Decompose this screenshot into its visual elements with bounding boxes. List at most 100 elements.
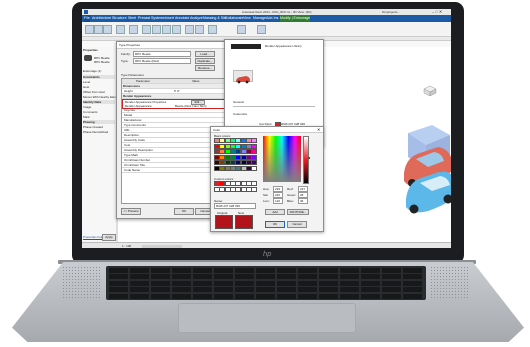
- properties-group[interactable]: Constraints: [83, 75, 115, 79]
- properties-row[interactable]: Image: [83, 105, 91, 109]
- keyboard-key[interactable]: [130, 287, 149, 293]
- color-swatch[interactable]: [251, 154, 258, 160]
- properties-group[interactable]: Identity Data: [83, 100, 115, 104]
- keyboard-key[interactable]: [361, 287, 380, 293]
- keyboard-key[interactable]: [277, 274, 296, 280]
- ribbon-tab-massing-site[interactable]: Massing & Site: [203, 15, 227, 22]
- keyboard-key[interactable]: [361, 274, 380, 280]
- keyboard-key[interactable]: [340, 268, 359, 273]
- keyboard-key[interactable]: [130, 268, 149, 273]
- revit-logo-icon[interactable]: [84, 10, 88, 14]
- keyboard-key[interactable]: [172, 280, 191, 286]
- properties-help-link[interactable]: Properties help: [83, 235, 103, 239]
- ribbon-tab-insert[interactable]: Insert: [165, 15, 174, 22]
- keyboard-key[interactable]: [340, 280, 359, 286]
- paste-icon[interactable]: [94, 25, 103, 34]
- keyboard-key[interactable]: [193, 268, 212, 273]
- properties-row[interactable]: Offset from Host: [83, 90, 105, 94]
- keyboard-key[interactable]: [235, 287, 254, 293]
- keyboard-key[interactable]: [403, 280, 422, 286]
- lum-input[interactable]: 120: [273, 198, 283, 204]
- add-color-button[interactable]: Add: [265, 209, 285, 215]
- keyboard-key[interactable]: [319, 293, 338, 299]
- edit-family-icon[interactable]: [237, 25, 246, 34]
- keyboard-key[interactable]: [277, 268, 296, 273]
- keyboard-key[interactable]: [319, 287, 338, 293]
- custom-color-swatch[interactable]: [251, 186, 258, 192]
- ribbon-tab-precast[interactable]: Precast: [138, 15, 150, 22]
- keyboard-key[interactable]: [193, 287, 212, 293]
- measure-icon[interactable]: [195, 25, 204, 34]
- keyboard-key[interactable]: [109, 293, 128, 299]
- rotate-icon[interactable]: [172, 25, 181, 34]
- keyboard-key[interactable]: [340, 274, 359, 280]
- keyboard-key[interactable]: [235, 274, 254, 280]
- keyboard-key[interactable]: [235, 268, 254, 273]
- keyboard-key[interactable]: [382, 293, 401, 299]
- keyboard-key[interactable]: [109, 274, 128, 280]
- keyboard-key[interactable]: [109, 287, 128, 293]
- keyboard-key[interactable]: [340, 287, 359, 293]
- properties-row[interactable]: Host: [83, 85, 89, 89]
- keyboard-key[interactable]: [109, 268, 128, 273]
- view-cube[interactable]: [423, 84, 437, 97]
- keyboard-key[interactable]: [172, 268, 191, 273]
- properties-type-sub[interactable]: RPC Beetle: [94, 60, 110, 64]
- 3d-cars-render[interactable]: [394, 125, 451, 217]
- ribbon-tab-architecture[interactable]: Architecture: [92, 15, 111, 22]
- duplicate-button[interactable]: Duplicate...: [195, 58, 215, 64]
- ribbon-tab-add-ins[interactable]: Add-Ins: [266, 15, 278, 22]
- ribbon-tab-manage[interactable]: Manage: [253, 15, 266, 22]
- color-cancel-button[interactable]: Cancel: [287, 221, 307, 228]
- keyboard-key[interactable]: [193, 274, 212, 280]
- keyboard-key[interactable]: [298, 274, 317, 280]
- keyboard-key[interactable]: [172, 287, 191, 293]
- keyboard-key[interactable]: [277, 287, 296, 293]
- properties-group[interactable]: Phasing: [83, 120, 115, 124]
- keyboard-key[interactable]: [172, 274, 191, 280]
- color-swatch[interactable]: [251, 149, 258, 155]
- keyboard-key[interactable]: [256, 293, 275, 299]
- keyboard-key[interactable]: [151, 280, 170, 286]
- keyboard-key[interactable]: [214, 287, 233, 293]
- properties-row[interactable]: Moves With Nearby Elem: [83, 95, 117, 99]
- preview-button[interactable]: << Preview: [121, 208, 141, 215]
- ribbon-tab-structure[interactable]: Structure: [112, 15, 127, 22]
- keyboard-key[interactable]: [298, 293, 317, 299]
- keyboard-key[interactable]: [151, 268, 170, 273]
- properties-category[interactable]: Entourage (1): [83, 69, 101, 73]
- keyboard-key[interactable]: [193, 280, 212, 286]
- host-icon[interactable]: [257, 25, 266, 34]
- keyboard-key[interactable]: [151, 274, 170, 280]
- ok-button[interactable]: OK: [174, 208, 194, 215]
- color-swatch[interactable]: [251, 138, 258, 143]
- type-select[interactable]: RPC Beetle (Red): [133, 58, 191, 64]
- keyboard-key[interactable]: [361, 293, 380, 299]
- keyboard-key[interactable]: [235, 293, 254, 299]
- keyboard-key[interactable]: [277, 280, 296, 286]
- luminance-arrow-icon[interactable]: ◂: [308, 155, 310, 160]
- touchpad[interactable]: [178, 303, 356, 333]
- family-select[interactable]: RPC Beetle: [133, 51, 191, 57]
- luminance-slider[interactable]: [303, 136, 309, 184]
- properties-row[interactable]: Phase Demolished: [83, 130, 108, 134]
- keyboard-key[interactable]: [319, 280, 338, 286]
- properties-row[interactable]: Level: [83, 80, 90, 84]
- properties-apply-button[interactable]: Apply: [102, 234, 116, 241]
- keyboard-key[interactable]: [151, 287, 170, 293]
- keyboard-key[interactable]: [403, 268, 422, 273]
- keyboard-key[interactable]: [256, 280, 275, 286]
- keyboard-key[interactable]: [319, 268, 338, 273]
- keyboard-key[interactable]: [214, 268, 233, 273]
- keyboard-key[interactable]: [214, 274, 233, 280]
- keyboard-key[interactable]: [361, 268, 380, 273]
- keyboard-key[interactable]: [130, 280, 149, 286]
- color-swatch[interactable]: [251, 143, 258, 149]
- modify-icon[interactable]: [85, 25, 94, 34]
- view-scale[interactable]: 1 : 100: [122, 244, 131, 248]
- join-icon[interactable]: [129, 25, 138, 34]
- align-icon[interactable]: [142, 25, 151, 34]
- blue-input[interactable]: 36: [298, 198, 308, 204]
- keyboard-key[interactable]: [130, 293, 149, 299]
- ribbon-tab-collaborate[interactable]: Collaborate: [225, 15, 243, 22]
